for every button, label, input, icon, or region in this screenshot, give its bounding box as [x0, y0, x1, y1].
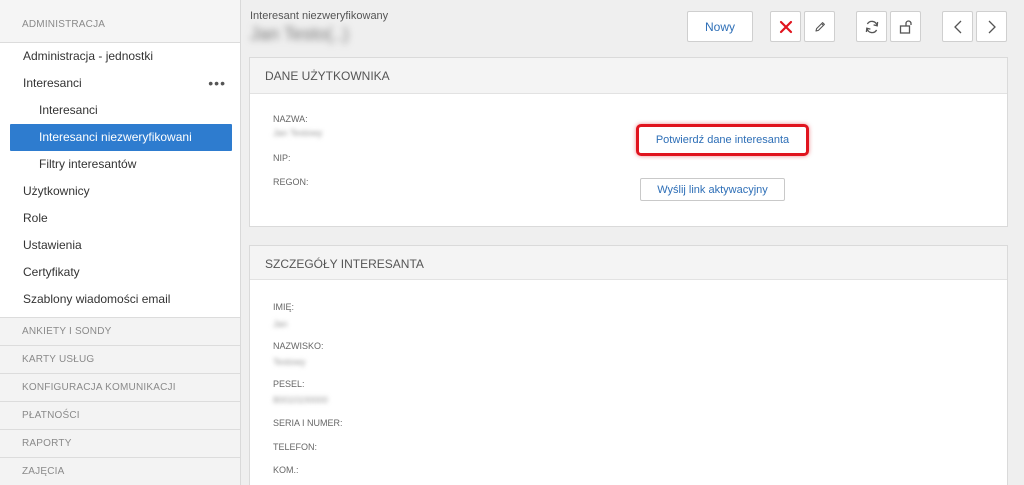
sidebar-item-interesanci-group[interactable]: Interesanci ••• [0, 70, 240, 97]
edit-icon [814, 21, 825, 32]
last-name-value: Testowy [273, 357, 306, 367]
pesel-value: 80010100000 [273, 395, 329, 405]
sidebar-nav-list: Administracja - jednostki Interesanci ••… [0, 43, 240, 318]
phone-label: TELEFON: [273, 442, 318, 452]
regon-label: REGON: [273, 177, 309, 187]
page-title: Jan Testo(..) [250, 24, 349, 44]
chevron-left-icon [953, 20, 961, 33]
user-data-panel: DANE UŻYTKOWNIKA NAZWA: Jan Testowy NIP:… [249, 57, 1008, 227]
first-name-value: Jan [273, 319, 288, 329]
main-content: Interesant niezweryfikowany Jan Testo(..… [241, 0, 1024, 485]
sidebar-item-ustawienia[interactable]: Ustawienia [0, 232, 240, 259]
pesel-label: PESEL: [273, 379, 305, 389]
name-value: Jan Testowy [273, 128, 323, 138]
page-subtitle: Interesant niezweryfikowany [250, 10, 389, 22]
sidebar-item-interesanci[interactable]: Interesanci [0, 97, 240, 124]
id-number-label: SERIA I NUMER: [273, 418, 343, 428]
sidebar-item-szablony[interactable]: Szablony wiadomości email [0, 286, 240, 313]
sidebar-item-uzytkownicy[interactable]: Użytkownicy [0, 178, 240, 205]
sidebar-section-karty-uslug[interactable]: KARTY USŁUG [0, 346, 240, 374]
edit-button[interactable] [804, 11, 835, 42]
sidebar-section-ankiety[interactable]: ANKIETY I SONDY [0, 318, 240, 346]
sidebar-section-administracja[interactable]: ADMINISTRACJA [0, 0, 240, 43]
last-name-label: NAZWISKO: [273, 341, 324, 351]
unlock-button[interactable] [890, 11, 921, 42]
delete-icon [779, 20, 792, 33]
delete-button[interactable] [770, 11, 801, 42]
applicant-details-panel-title: SZCZEGÓŁY INTERESANTA [250, 246, 1007, 280]
applicant-details-panel: SZCZEGÓŁY INTERESANTA IMIĘ: Jan NAZWISKO… [249, 245, 1008, 485]
send-activation-link-button[interactable]: Wyślij link aktywacyjny [640, 178, 785, 201]
user-data-panel-title: DANE UŻYTKOWNIKA [250, 58, 1007, 94]
sidebar-item-interesanci-niezweryfikowani[interactable]: Interesanci niezweryfikowani [10, 124, 232, 151]
sidebar-item-role[interactable]: Role [0, 205, 240, 232]
sidebar-section-zajecia[interactable]: ZAJĘCIA [0, 458, 240, 485]
sidebar-item-administracja-jednostki[interactable]: Administracja - jednostki [0, 43, 240, 70]
refresh-icon [865, 20, 878, 33]
unlock-icon [899, 19, 912, 34]
first-name-label: IMIĘ: [273, 302, 295, 312]
sidebar-item-certyfikaty[interactable]: Certyfikaty [0, 259, 240, 286]
mobile-label: KOM.: [273, 465, 299, 475]
confirm-applicant-button[interactable]: Potwierdź dane interesanta [642, 129, 803, 151]
sidebar-item-label: Interesanci [23, 76, 82, 90]
name-label: NAZWA: [273, 114, 308, 124]
next-button[interactable] [976, 11, 1007, 42]
sidebar-item-filtry-interesantow[interactable]: Filtry interesantów [0, 151, 240, 178]
sidebar: ADMINISTRACJA Administracja - jednostki … [0, 0, 241, 485]
sidebar-section-konfiguracja[interactable]: KONFIGURACJA KOMUNIKACJI [0, 374, 240, 402]
nip-label: NIP: [273, 153, 291, 163]
chevron-right-icon [988, 20, 996, 33]
refresh-button[interactable] [856, 11, 887, 42]
more-options-icon[interactable]: ••• [208, 70, 226, 97]
sidebar-section-raporty[interactable]: RAPORTY [0, 430, 240, 458]
sidebar-section-platnosci[interactable]: PŁATNOŚCI [0, 402, 240, 430]
new-button[interactable]: Nowy [687, 11, 753, 42]
previous-button[interactable] [942, 11, 973, 42]
